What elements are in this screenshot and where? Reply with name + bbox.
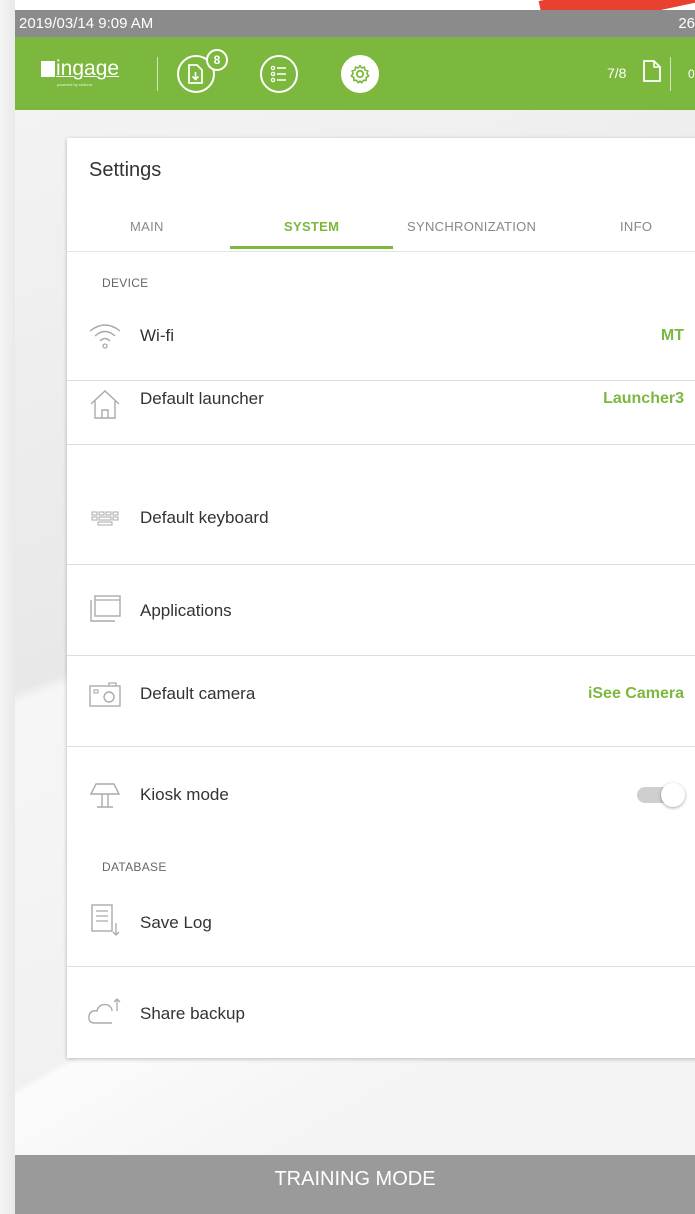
logo-tagline: powered by sedona — [57, 82, 92, 87]
home-icon — [87, 386, 123, 422]
tab-system[interactable]: SYSTEM — [284, 219, 339, 234]
downloads-button[interactable]: 8 — [177, 49, 228, 93]
section-device: DEVICE — [102, 276, 149, 290]
setting-label: Applications — [140, 601, 232, 620]
checklist-icon — [270, 65, 286, 83]
document-download-icon — [188, 64, 203, 84]
device-bezel — [0, 0, 15, 1214]
setting-label: Default keyboard — [140, 508, 269, 527]
gear-icon — [350, 64, 370, 84]
setting-row-applications[interactable]: Applications — [67, 565, 695, 656]
setting-row-default-camera[interactable]: Default camera iSee Camera — [67, 656, 695, 747]
setting-value: Launcher3 — [603, 390, 684, 407]
list-button[interactable] — [260, 55, 298, 93]
tabs-divider — [67, 251, 695, 252]
settings-card: Settings MAIN SYSTEM SYNCHRONIZATION INF… — [67, 138, 695, 1058]
kiosk-mode-toggle[interactable] — [633, 783, 685, 807]
logo-block-icon — [41, 61, 55, 77]
logo-text: ingage — [56, 57, 120, 80]
setting-label: Save Log — [140, 913, 212, 932]
status-datetime: 2019/03/14 9:09 AM — [19, 15, 154, 32]
setting-row-default-keyboard[interactable]: Default keyboard — [67, 445, 695, 565]
setting-value: MT — [660, 327, 684, 344]
wifi-icon — [87, 318, 123, 354]
downloads-badge: 8 — [206, 49, 228, 71]
status-battery: 26 — [678, 15, 695, 32]
app-bar-extra-value: 0 — [688, 67, 695, 81]
setting-label: Default launcher — [140, 389, 264, 408]
app-bar: ingage powered by sedona 8 7/8 0 — [15, 37, 695, 110]
setting-row-wifi[interactable]: Wi-fi MT — [67, 291, 695, 381]
cloud-upload-icon — [87, 993, 123, 1029]
section-database: DATABASE — [102, 860, 167, 874]
kiosk-icon — [87, 778, 123, 814]
setting-label: Kiosk mode — [140, 785, 229, 804]
setting-row-share-backup[interactable]: Share backup — [67, 967, 695, 1058]
active-tab-indicator — [230, 246, 393, 249]
settings-tabs: MAIN SYSTEM SYNCHRONIZATION INFO — [67, 210, 695, 250]
app-bar-divider-right — [670, 57, 671, 91]
status-bar: 2019/03/14 9:09 AM 26 — [15, 10, 695, 37]
tab-main[interactable]: MAIN — [130, 219, 164, 234]
ingage-logo[interactable]: ingage powered by sedona — [41, 56, 120, 87]
save-log-icon — [87, 902, 123, 938]
applications-icon — [87, 591, 123, 627]
settings-button[interactable] — [341, 55, 379, 93]
page-counter: 7/8 — [607, 65, 627, 81]
tab-synchronization[interactable]: SYNCHRONIZATION — [407, 219, 536, 234]
setting-label: Default camera — [140, 684, 256, 703]
tab-info[interactable]: INFO — [620, 219, 652, 234]
device-screen: 2019/03/14 9:09 AM 26 ingage powered by … — [0, 0, 695, 1214]
setting-row-kiosk-mode[interactable]: Kiosk mode — [67, 747, 695, 847]
keyboard-icon — [87, 500, 123, 536]
page-icon[interactable] — [642, 59, 662, 83]
setting-label: Wi-fi — [140, 326, 174, 345]
page-title: Settings — [89, 159, 162, 181]
toggle-knob — [661, 783, 685, 807]
app-bar-divider — [157, 57, 158, 91]
setting-row-save-log[interactable]: Save Log — [67, 876, 695, 967]
camera-icon — [87, 676, 123, 712]
setting-label: Share backup — [140, 1004, 245, 1023]
training-mode-banner: TRAINING MODE — [15, 1155, 695, 1214]
setting-value: iSee Camera — [587, 685, 684, 702]
setting-row-default-launcher[interactable]: Default launcher Launcher3 — [67, 381, 695, 445]
